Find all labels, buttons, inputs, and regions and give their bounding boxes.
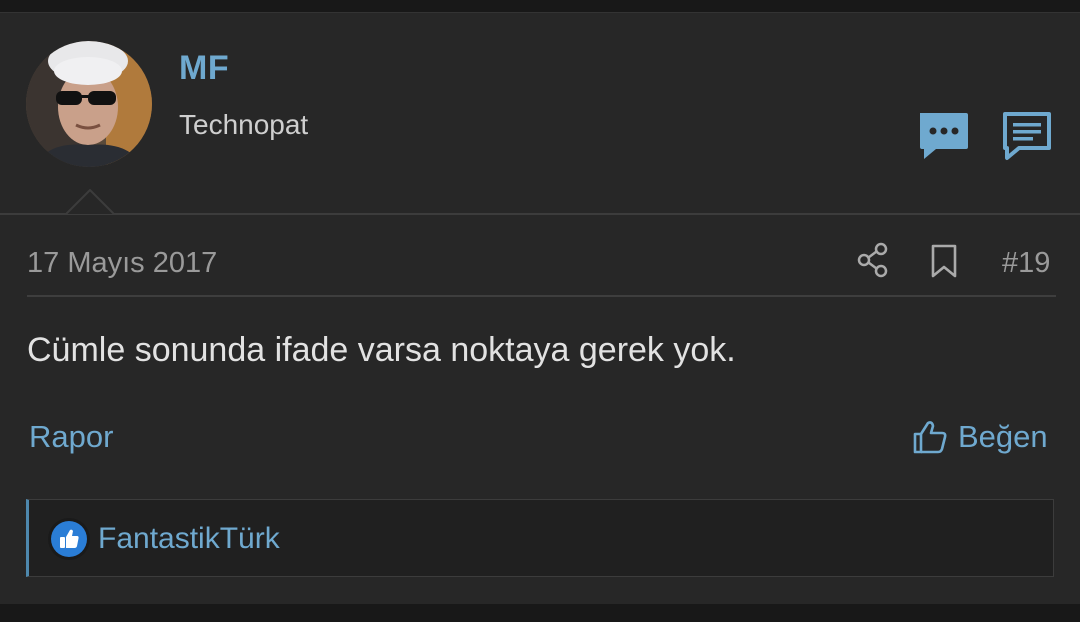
reactor-name[interactable]: FantastikTürk bbox=[98, 522, 280, 556]
like-label: Beğen bbox=[958, 419, 1048, 454]
post-body: Cümle sonunda ifade varsa noktaya gerek … bbox=[27, 331, 736, 369]
bottom-strip bbox=[0, 604, 1080, 622]
message-button[interactable] bbox=[1000, 109, 1054, 163]
post-number[interactable]: #19 bbox=[1002, 247, 1050, 280]
arrow-notch bbox=[66, 189, 114, 215]
like-reaction-icon bbox=[60, 529, 79, 548]
message-icon bbox=[1003, 112, 1051, 160]
thumbs-up-icon bbox=[913, 421, 947, 454]
like-reaction-badge bbox=[51, 521, 87, 557]
user-header: MF Technopat bbox=[0, 13, 1080, 213]
share-icon[interactable] bbox=[856, 242, 890, 278]
report-link[interactable]: Rapor bbox=[29, 419, 113, 455]
post-date[interactable]: 17 Mayıs 2017 bbox=[27, 247, 217, 280]
username[interactable]: MF bbox=[179, 49, 229, 88]
reactions-bar: FantastikTürk bbox=[26, 499, 1054, 577]
top-strip bbox=[0, 0, 1080, 12]
chat-button[interactable] bbox=[916, 109, 970, 163]
chat-bubble-icon bbox=[920, 113, 968, 159]
bookmark-icon[interactable] bbox=[930, 244, 958, 278]
meta-divider bbox=[27, 295, 1056, 297]
avatar[interactable] bbox=[26, 41, 152, 167]
user-title: Technopat bbox=[179, 109, 309, 140]
forum-post: MF Technopat 17 Mayıs 2017 #19 Cümle son… bbox=[0, 12, 1080, 605]
avatar-image bbox=[26, 41, 152, 167]
header-divider bbox=[0, 213, 1080, 215]
like-button[interactable]: Beğen bbox=[912, 417, 1048, 457]
